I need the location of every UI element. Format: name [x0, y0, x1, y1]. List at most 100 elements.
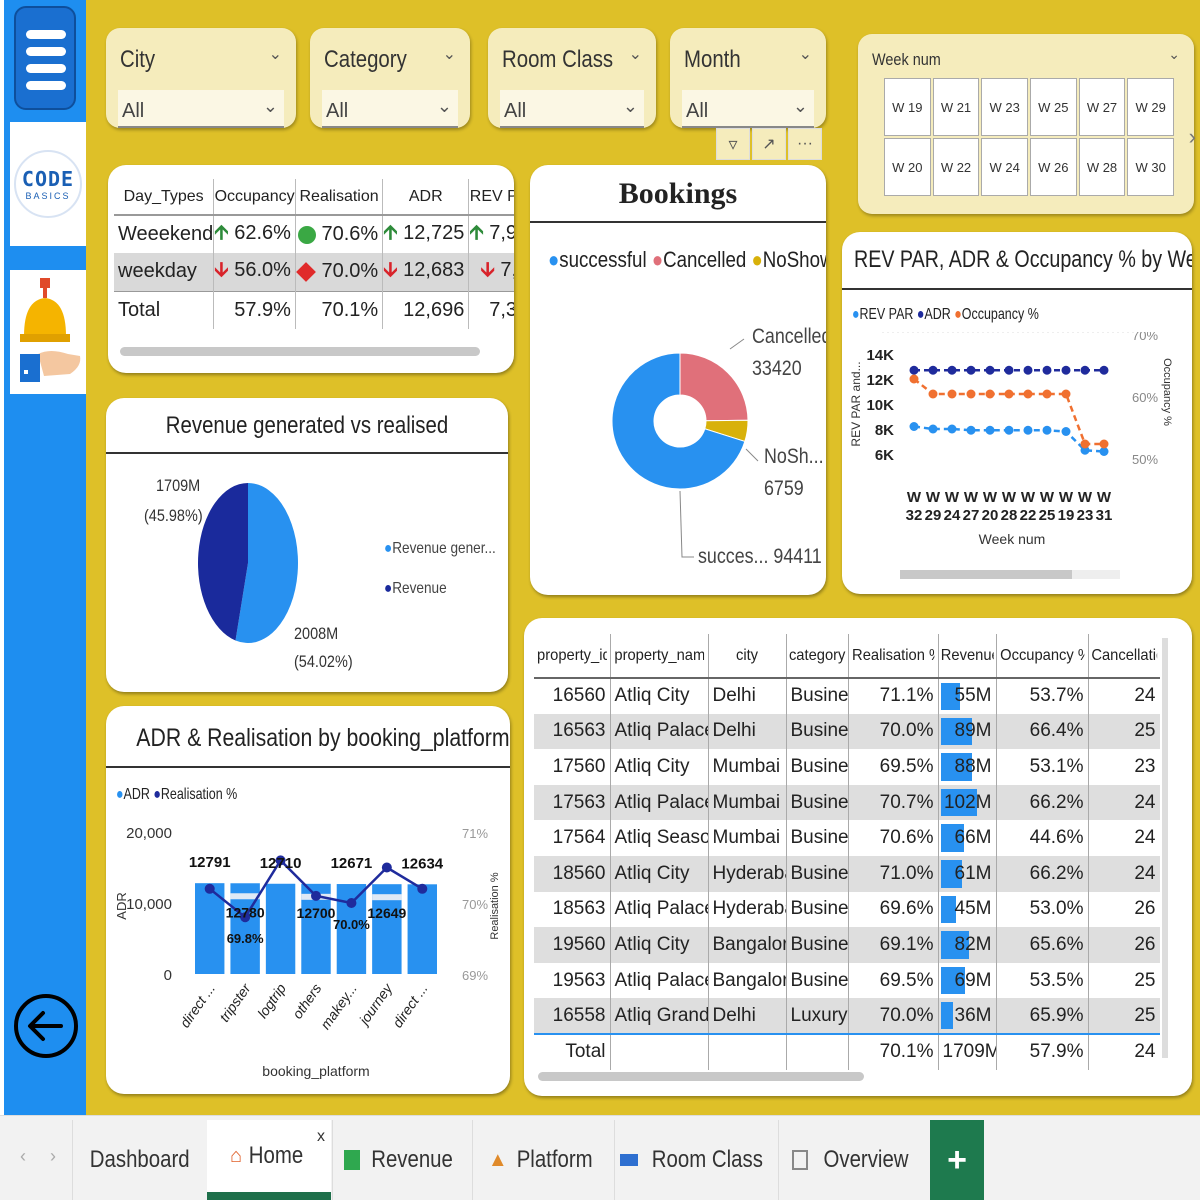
column-header[interactable]: category	[788, 634, 846, 678]
data-point[interactable]	[909, 422, 919, 431]
week-tile[interactable]: W 28	[1078, 138, 1126, 196]
filter-icon[interactable]: ▿	[716, 128, 750, 160]
data-point[interactable]	[928, 365, 938, 375]
focus-mode-icon[interactable]: ↗	[752, 128, 786, 160]
tab-dashboard[interactable]: Dashboard	[72, 1120, 206, 1200]
donut-slice[interactable]	[679, 352, 749, 422]
table-row[interactable]: 17563 Atliq PalaceMumbai Business 70.7% 102M…	[534, 784, 1160, 821]
add-page-button[interactable]: +	[930, 1120, 984, 1200]
column-header[interactable]: property_id	[537, 634, 608, 678]
week-tile[interactable]: W 21	[932, 78, 980, 136]
data-point[interactable]	[311, 890, 321, 901]
column-header[interactable]: REV PAR	[469, 179, 514, 215]
column-header[interactable]: Cancellatio	[1090, 634, 1158, 678]
data-point[interactable]	[909, 365, 919, 375]
column-header[interactable]: Occupancy	[213, 179, 296, 215]
data-point[interactable]	[947, 389, 957, 399]
data-point[interactable]	[1004, 365, 1014, 375]
data-point[interactable]	[1099, 365, 1109, 375]
week-tile[interactable]: W 19	[884, 78, 931, 136]
data-point[interactable]	[1061, 427, 1071, 436]
tab-overview[interactable]: Overview	[778, 1120, 930, 1200]
legend-occupancy[interactable]: Occupancy %	[962, 306, 1039, 323]
category-slicer[interactable]: Category ⌄ All ⌄	[310, 28, 470, 128]
week-tile[interactable]: W 24	[981, 138, 1028, 196]
menu-button[interactable]	[14, 6, 76, 110]
column-header[interactable]: Realisation %	[851, 634, 935, 678]
tab-revenue[interactable]: Revenue	[332, 1120, 472, 1200]
table-row[interactable]: 17560 Atliq City Mumbai Business 69.5% 88M 53.…	[534, 749, 1160, 785]
room-class-select[interactable]: All ⌄	[500, 90, 644, 128]
data-point[interactable]	[1061, 365, 1071, 375]
data-point[interactable]	[966, 389, 976, 399]
horizontal-scrollbar[interactable]	[120, 347, 480, 356]
month-select[interactable]: All ⌄	[682, 90, 814, 128]
legend-revpar[interactable]: REV PAR	[860, 306, 914, 323]
chevron-down-icon[interactable]: ⌄	[1168, 46, 1180, 63]
chevron-down-icon[interactable]: ⌄	[269, 44, 282, 64]
week-tile[interactable]: W 30	[1127, 138, 1174, 196]
data-point[interactable]	[381, 862, 392, 873]
week-tile[interactable]: W 27	[1078, 78, 1126, 136]
data-point[interactable]	[1042, 389, 1052, 399]
data-point[interactable]	[928, 389, 938, 399]
column-header[interactable]: Occupancy %	[999, 634, 1085, 678]
room-class-slicer[interactable]: Room Class ⌄ All ⌄	[488, 28, 656, 128]
data-point[interactable]	[417, 883, 428, 894]
more-options-icon[interactable]: ···	[788, 128, 822, 160]
chevron-right-icon[interactable]: ›	[1189, 124, 1196, 150]
city-slicer[interactable]: City ⌄ All ⌄	[106, 28, 296, 128]
table-row[interactable]: 19560 Atliq City BangaloreBusiness 69.1% 82M…	[534, 927, 1160, 963]
back-button[interactable]	[12, 972, 80, 1080]
data-point[interactable]	[1023, 389, 1033, 399]
chevron-down-icon[interactable]: ⌄	[443, 44, 456, 64]
data-point[interactable]	[985, 389, 995, 399]
data-point[interactable]	[1004, 389, 1014, 399]
week-tile[interactable]: W 23	[981, 78, 1028, 136]
column-header[interactable]: city	[711, 634, 784, 678]
tab-platform[interactable]: ▲ Platform	[472, 1120, 614, 1200]
bookings-donut[interactable]	[530, 261, 826, 591]
legend-adr[interactable]: ADR	[924, 306, 950, 323]
table-row[interactable]: Total 57.9% 70.1% 12,696 7,347	[114, 291, 514, 329]
table-row[interactable]: 16558 Atliq GrandsDelhi Luxury 70.0% 36M 65.9…	[534, 998, 1160, 1034]
tab-room-class[interactable]: Room Class	[614, 1120, 778, 1200]
week-tile[interactable]: W 25	[1030, 78, 1077, 136]
tab-scroll-left[interactable]: ‹	[20, 1146, 26, 1167]
table-row[interactable]: 16563 Atliq PalaceDelhi Business 70.0% 89M 66…	[534, 713, 1160, 750]
week-tile[interactable]: W 26	[1030, 138, 1077, 196]
tab-scroll-right[interactable]: ›	[50, 1146, 56, 1167]
bar[interactable]	[407, 884, 437, 974]
column-header[interactable]: Day_Types	[114, 179, 215, 215]
data-point[interactable]	[966, 365, 976, 375]
week-tile[interactable]: W 29	[1127, 78, 1174, 136]
data-point[interactable]	[928, 424, 938, 434]
legend-revenue[interactable]: Revenue	[392, 580, 446, 597]
tab-home[interactable]: ⌂ Home x	[207, 1120, 331, 1200]
column-header[interactable]: Revenue	[940, 634, 995, 678]
category-select[interactable]: All ⌄	[322, 90, 458, 128]
column-header[interactable]: property_name	[613, 634, 705, 678]
chevron-down-icon[interactable]: ⌄	[629, 44, 642, 64]
month-slicer[interactable]: Month ⌄ All ⌄	[670, 28, 826, 128]
city-select[interactable]: All ⌄	[118, 90, 284, 128]
table-row[interactable]: 18563 Atliq PalaceHyderabadBusiness 69.6% 4…	[534, 891, 1160, 928]
legend-adr[interactable]: ADR	[124, 786, 150, 803]
chevron-down-icon[interactable]: ⌄	[799, 44, 812, 64]
data-point[interactable]	[346, 898, 357, 908]
data-point[interactable]	[947, 365, 957, 375]
data-point[interactable]	[1004, 425, 1014, 435]
data-point[interactable]	[966, 425, 976, 435]
column-header[interactable]: Realisation	[295, 179, 384, 215]
data-point[interactable]	[1080, 439, 1090, 449]
horizontal-scrollbar[interactable]	[538, 1072, 864, 1081]
data-point[interactable]	[1023, 365, 1033, 375]
data-point[interactable]	[985, 365, 995, 375]
column-header[interactable]: ADR	[382, 179, 470, 215]
data-point[interactable]	[1023, 425, 1033, 435]
horizontal-scrollbar[interactable]	[900, 570, 1120, 579]
bar[interactable]	[265, 883, 296, 974]
revpar-line-chart[interactable]: 14K 12K 10K 8K 6K 70% 60% 50% REV PAR and... Occu…	[842, 332, 1192, 582]
data-point[interactable]	[1061, 389, 1071, 399]
data-point[interactable]	[1080, 365, 1090, 375]
